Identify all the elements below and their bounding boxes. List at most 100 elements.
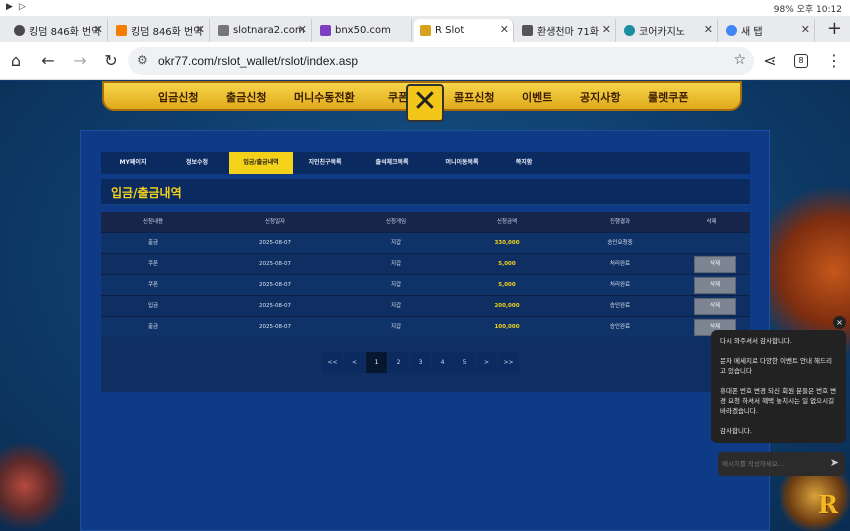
menu-money-transfer[interactable]: 머니수동전환 [294, 89, 355, 105]
tab-core-casino[interactable]: 코어카지노 ✕ [618, 19, 718, 42]
tab-count-button[interactable]: 8 [794, 54, 808, 68]
page-first[interactable]: << [322, 352, 343, 373]
site-settings-icon[interactable]: ⚙ [137, 53, 148, 67]
page-5[interactable]: 5 [454, 352, 475, 373]
tab-deposit-withdraw-history[interactable]: 입금/출금내역 [229, 152, 293, 174]
section-header: 입금/출금내역 [101, 179, 750, 205]
close-icon[interactable]: ✕ [298, 23, 307, 36]
close-icon[interactable]: ✕ [196, 23, 205, 36]
menu-deposit[interactable]: 입금신청 [158, 89, 198, 105]
cell-status: 처리완료 [609, 282, 631, 288]
tab-label: bnx50.com [335, 25, 391, 36]
tab-friend-list[interactable]: 지인친구목록 [293, 152, 357, 174]
page-last[interactable]: >> [498, 352, 519, 373]
home-icon[interactable]: ⌂ [6, 51, 26, 70]
tab-label: 킹덤 846화 번역 [131, 27, 203, 38]
tab-label: R Slot [435, 25, 465, 36]
forward-icon[interactable]: → [70, 51, 90, 70]
table-header: 신청내용 신청일자 신청게임 신청금액 진행결과 삭제 [101, 212, 750, 232]
send-icon[interactable]: ➤ [830, 456, 839, 469]
globe-icon [624, 25, 635, 36]
cell-game: 지갑 [390, 282, 402, 288]
page-3[interactable]: 3 [410, 352, 431, 373]
col-amount: 신청금액 [496, 219, 518, 225]
cell-amount: 200,000 [494, 303, 520, 309]
cell-game: 지갑 [390, 261, 402, 267]
sub-tabs: MY페이지 정보수정 입금/출금내역 지인친구목록 출석체크목록 머니이동목록 … [101, 152, 750, 174]
reload-icon[interactable]: ↻ [101, 51, 121, 70]
status-left: ▶ ▷ [6, 2, 26, 12]
chat-close-button[interactable]: × [833, 316, 846, 329]
col-status: 진행결과 [609, 219, 631, 225]
close-icon[interactable]: ✕ [801, 23, 810, 36]
cell-type: 출금 [147, 324, 159, 330]
chat-message: 감사합니다. [720, 427, 752, 435]
chat-message-input[interactable] [722, 456, 822, 472]
close-icon[interactable]: ✕ [94, 23, 103, 36]
tab-label: 코어카지노 [639, 27, 685, 38]
menu-comp[interactable]: 콤프신청 [454, 89, 494, 105]
tab-slotnara[interactable]: slotnara2.com ✕ [212, 19, 312, 42]
delete-button[interactable]: 삭제 [694, 298, 736, 315]
page-2[interactable]: 2 [388, 352, 409, 373]
rslot-icon [420, 25, 431, 36]
rslot-logo: R [818, 490, 838, 519]
menu-event[interactable]: 이벤트 [522, 89, 552, 105]
close-icon[interactable]: ✕ [602, 23, 611, 36]
tab-kingdom-1[interactable]: 킹덤 846화 번역 ✕ [8, 19, 108, 42]
share-icon[interactable]: ⋖ [760, 51, 780, 70]
page-1[interactable]: 1 [366, 352, 387, 373]
cell-amount: 5,000 [498, 282, 516, 288]
cell-date: 2025-08-07 [259, 324, 291, 330]
page-title: 입금/출금내역 [111, 186, 182, 200]
tab-attendance-list[interactable]: 출석체크목록 [357, 152, 427, 174]
chat-message: 문자 메세지로 다양한 이벤트 안내 해드리고 있습니다 [720, 357, 832, 375]
new-tab-button[interactable]: + [827, 18, 842, 39]
url-text[interactable]: okr77.com/rslot_wallet/rslot/index.asp [158, 54, 358, 68]
close-icon[interactable]: ✕ [704, 23, 713, 36]
tab-new[interactable]: 새 탭 ✕ [720, 19, 815, 42]
tab-mypage[interactable]: MY페이지 [101, 152, 165, 174]
col-type: 신청내용 [142, 219, 164, 225]
chat-message: 휴대폰 번호 변경 되신 회원 분들은 번호 변경 요청 하셔서 혜택 놓치시는… [720, 387, 837, 415]
cell-amount: 330,000 [494, 240, 520, 246]
menu-withdraw[interactable]: 출금신청 [226, 89, 266, 105]
cell-type: 쿠폰 [147, 261, 159, 267]
page-next[interactable]: > [476, 352, 497, 373]
tab-edit-info[interactable]: 정보수정 [165, 152, 229, 174]
tab-bnx50[interactable]: bnx50.com [314, 19, 412, 42]
page-prev[interactable]: < [344, 352, 365, 373]
table-row: 출금 2025-08-07 지갑 100,000 승인완료 삭제 [101, 316, 750, 337]
back-icon[interactable]: ← [38, 51, 58, 70]
delete-button[interactable]: 삭제 [694, 277, 736, 294]
tab-rslot[interactable]: R Slot ✕ [414, 19, 514, 42]
menu-notice[interactable]: 공지사항 [580, 89, 620, 105]
menu-roulette-coupon[interactable]: 룰렛쿠폰 [648, 89, 688, 105]
close-button[interactable]: ✕ [406, 84, 444, 122]
address-bar[interactable]: ⚙ okr77.com/rslot_wallet/rslot/index.asp… [128, 47, 754, 75]
table-row: 출금 2025-08-07 지갑 330,000 승인요청중 [101, 232, 750, 253]
close-icon[interactable]: ✕ [500, 23, 509, 36]
navigation-bar: ⌂ ← → ↻ ⚙ okr77.com/rslot_wallet/rslot/i… [0, 42, 850, 80]
delete-button[interactable]: 삭제 [694, 256, 736, 273]
table-row: 쿠폰 2025-08-07 지갑 5,000 처리완료 삭제 [101, 253, 750, 274]
cell-status: 승인완료 [609, 324, 631, 330]
col-delete: 삭제 [706, 219, 717, 225]
tab-label: 새 탭 [741, 27, 763, 38]
table-row: 쿠폰 2025-08-07 지갑 5,000 처리완료 삭제 [101, 274, 750, 295]
blogger-icon [116, 25, 127, 36]
tab-hwansaeng[interactable]: 환생천마 71화 ✕ [516, 19, 616, 42]
tab-money-move-list[interactable]: 머니이동목록 [427, 152, 497, 174]
more-menu-icon[interactable]: ⋮ [824, 51, 844, 70]
col-date: 신청일자 [264, 219, 286, 225]
site-icon [218, 25, 229, 36]
chrome-icon [726, 25, 737, 36]
bookmark-star-icon[interactable]: ☆ [733, 52, 746, 68]
cell-game: 지갑 [390, 303, 402, 309]
page-4[interactable]: 4 [432, 352, 453, 373]
chat-input-box: ➤ [718, 452, 845, 476]
tab-message-box[interactable]: 쪽지함 [497, 152, 551, 174]
chat-message: 다시 와주셔서 감사합니다. [720, 337, 792, 345]
cell-type: 쿠폰 [147, 282, 159, 288]
tab-kingdom-2[interactable]: 킹덤 846화 번역 ✕ [110, 19, 210, 42]
